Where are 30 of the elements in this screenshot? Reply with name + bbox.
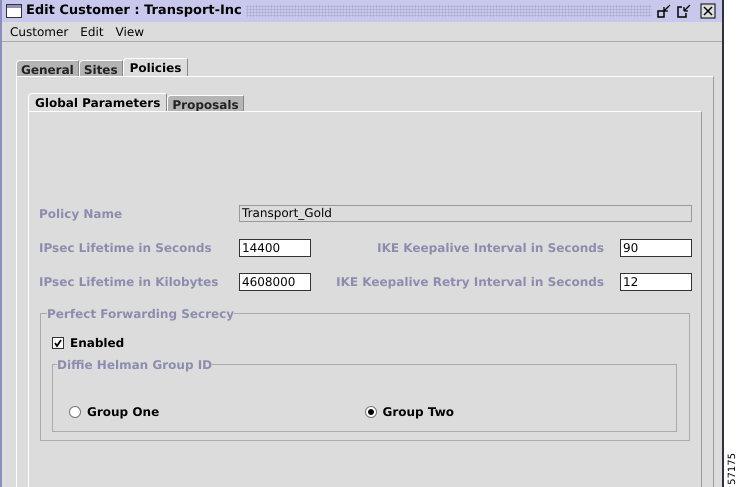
input-field[interactable]: 12 xyxy=(620,273,692,291)
radio-label: Group One xyxy=(87,404,160,421)
checkbox[interactable] xyxy=(52,337,64,349)
close-icon[interactable] xyxy=(700,3,718,19)
radio-button[interactable] xyxy=(69,406,81,418)
field-label: IPsec Lifetime in Kilobytes xyxy=(39,274,220,291)
radio-button[interactable] xyxy=(364,406,376,418)
input-field[interactable]: 4608000 xyxy=(239,273,311,291)
checkbox-label: Enabled xyxy=(70,335,124,352)
input-field: Transport_Gold xyxy=(239,205,692,222)
input-field[interactable]: 90 xyxy=(620,239,692,257)
tab[interactable]: Policies xyxy=(122,58,188,76)
figure-number: 57175 xyxy=(726,453,738,485)
window-icon xyxy=(6,4,22,18)
field-label: IPsec Lifetime in Seconds xyxy=(39,240,213,257)
minimize-icon[interactable] xyxy=(656,3,672,19)
menu-item[interactable]: Edit xyxy=(80,22,104,40)
field-label: IKE Keepalive Interval in Seconds xyxy=(376,240,605,257)
input-field[interactable]: 14400 xyxy=(239,239,311,257)
tab[interactable]: Sites xyxy=(78,60,123,76)
tab[interactable]: General xyxy=(16,60,79,76)
menu-item[interactable]: View xyxy=(116,22,144,40)
radio-label: Group Two xyxy=(382,404,454,421)
field-label: IKE Keepalive Retry Interval in Seconds xyxy=(335,274,605,291)
menu-item[interactable]: Customer xyxy=(10,22,68,40)
field-label: Policy Name xyxy=(39,206,124,222)
tab[interactable]: Global Parameters xyxy=(28,93,168,111)
tab[interactable]: Proposals xyxy=(167,95,244,111)
restore-icon[interactable] xyxy=(676,3,692,19)
window-title: Edit Customer : Transport-Inc xyxy=(26,2,242,20)
